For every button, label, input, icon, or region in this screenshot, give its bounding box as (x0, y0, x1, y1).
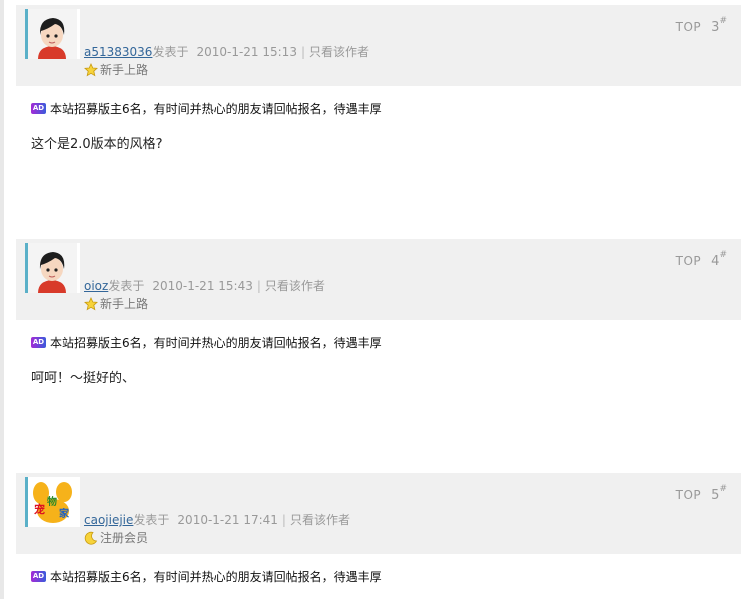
ad-banner[interactable]: AD 本站招募版主6名，有时间并热心的朋友请回帖报名，待遇丰厚 (31, 100, 382, 117)
post-time: 2010-1-21 15:13 (196, 45, 297, 59)
post-time: 2010-1-21 15:43 (152, 279, 253, 293)
author-line: caojiejie发表于 2010-1-21 17:41 | 只看该作者 (84, 511, 350, 528)
rank-label: 新手上路 (100, 297, 149, 311)
ad-banner[interactable]: AD 本站招募版主6名，有时间并热心的朋友请回帖报名，待遇丰厚 (31, 334, 382, 351)
author-name-link[interactable]: a51383036 (84, 45, 152, 59)
author-line: a51383036发表于 2010-1-21 15:13 | 只看该作者 (84, 43, 369, 60)
post-content: 呵呵！～挺好的、 (31, 371, 136, 386)
svg-text:家: 家 (59, 507, 70, 520)
ad-icon: AD (31, 103, 46, 114)
ad-text[interactable]: 本站招募版主6名，有时间并热心的朋友请回帖报名，待遇丰厚 (50, 100, 382, 117)
moon-icon (84, 531, 98, 545)
top-link[interactable]: TOP (676, 488, 702, 502)
posted-label: 发表于 (133, 513, 170, 527)
rank-label: 新手上路 (100, 63, 149, 77)
ad-text[interactable]: 本站招募版主6名，有时间并热心的朋友请回帖报名，待遇丰厚 (50, 568, 382, 585)
post-content: 这个是2.0版本的风格? (31, 137, 163, 152)
floor-mark: # (719, 16, 727, 26)
separator: | (256, 279, 261, 293)
floor-mark: # (719, 250, 727, 260)
separator: | (281, 513, 286, 527)
avatar[interactable]: 宠 物 家 (25, 477, 80, 527)
rank-label: 注册会员 (100, 531, 149, 545)
top-link[interactable]: TOP (676, 254, 702, 268)
user-rank: 新手上路 (84, 61, 148, 78)
post-header: 宠 物 家 caojiejie发表于 2010-1-21 17:41 | 只看该作者 … (16, 473, 741, 554)
only-author-link[interactable]: 只看该作者 (309, 45, 369, 59)
only-author-link[interactable]: 只看该作者 (290, 513, 350, 527)
post-time: 2010-1-21 17:41 (177, 513, 278, 527)
avatar[interactable] (25, 9, 80, 59)
separator: | (300, 45, 305, 59)
top-link[interactable]: TOP (676, 20, 702, 34)
svg-text:物: 物 (47, 495, 57, 508)
ad-text[interactable]: 本站招募版主6名，有时间并热心的朋友请回帖报名，待遇丰厚 (50, 334, 382, 351)
post-3: a51383036发表于 2010-1-21 15:13 | 只看该作者 新手上路 T… (16, 5, 741, 152)
floor-indicator: TOP 4# (676, 250, 727, 269)
posted-label: 发表于 (152, 45, 189, 59)
post-4: oioz发表于 2010-1-21 15:43 | 只看该作者 新手上路 TOP 4# … (16, 239, 741, 386)
svg-text:宠: 宠 (34, 502, 45, 516)
user-rank: 注册会员 (84, 529, 148, 546)
left-border (0, 0, 4, 599)
author-line: oioz发表于 2010-1-21 15:43 | 只看该作者 (84, 277, 325, 294)
author-name-link[interactable]: caojiejie (84, 513, 133, 527)
user-rank: 新手上路 (84, 295, 148, 312)
avatar[interactable] (25, 243, 80, 293)
floor-indicator: TOP 5# (676, 484, 727, 503)
post-5: 宠 物 家 caojiejie发表于 2010-1-21 17:41 | 只看该作者 … (16, 473, 741, 584)
posted-label: 发表于 (108, 279, 145, 293)
ad-banner[interactable]: AD 本站招募版主6名，有时间并热心的朋友请回帖报名，待遇丰厚 (31, 568, 382, 585)
star-icon (84, 296, 98, 311)
post-header: oioz发表于 2010-1-21 15:43 | 只看该作者 新手上路 TOP 4# (16, 239, 741, 320)
star-icon (84, 62, 98, 77)
ad-icon: AD (31, 337, 46, 348)
floor-indicator: TOP 3# (676, 16, 727, 35)
ad-icon: AD (31, 571, 46, 582)
floor-mark: # (719, 484, 727, 494)
author-name-link[interactable]: oioz (84, 279, 108, 293)
only-author-link[interactable]: 只看该作者 (265, 279, 325, 293)
post-header: a51383036发表于 2010-1-21 15:13 | 只看该作者 新手上路 T… (16, 5, 741, 86)
